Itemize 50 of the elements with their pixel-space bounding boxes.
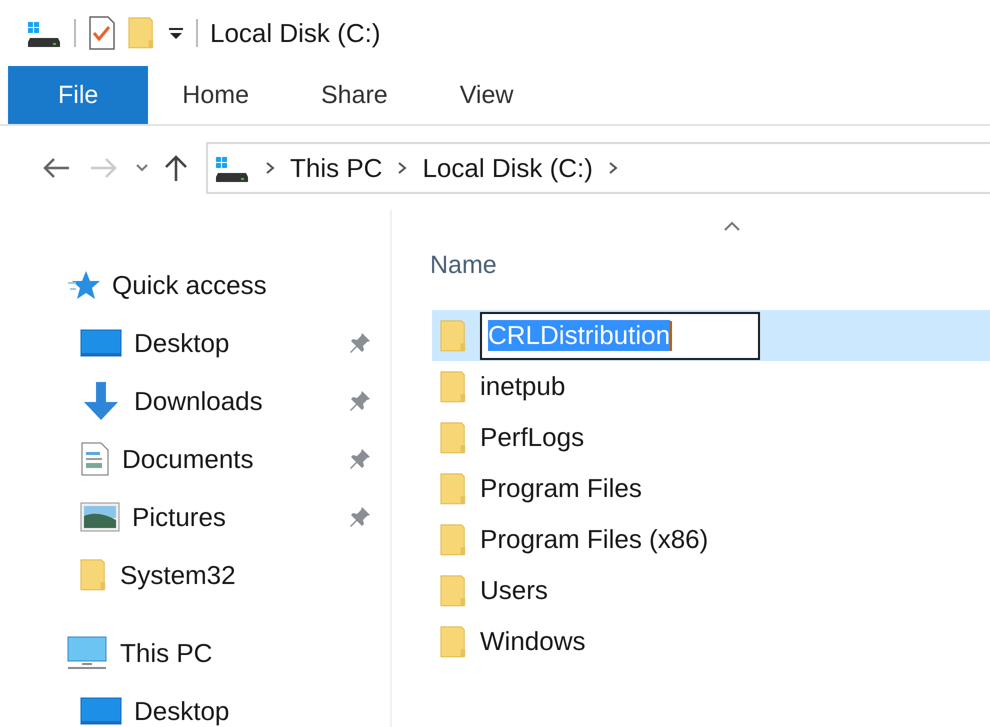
breadcrumb[interactable]: This PC [290, 152, 382, 184]
nav-item[interactable]: Desktop [0, 314, 390, 372]
folder-icon [440, 624, 468, 658]
nav-item[interactable]: Pictures [0, 488, 390, 546]
folder-icon [440, 522, 468, 556]
nav-item[interactable]: Downloads [0, 372, 390, 430]
folder-icon [440, 472, 468, 506]
computer-icon [66, 635, 108, 671]
up-arrow-icon[interactable] [164, 153, 188, 183]
desktop-icon [80, 696, 122, 726]
column-header[interactable]: Name [430, 251, 497, 280]
folder-icon [440, 318, 468, 352]
desktop-icon [80, 328, 122, 358]
pin-icon[interactable] [348, 447, 372, 471]
folder-icon [440, 370, 468, 404]
pin-icon[interactable] [348, 389, 372, 413]
star-icon [66, 269, 100, 301]
breadcrumb[interactable]: Local Disk (C:) [422, 152, 593, 184]
folder-icon [128, 16, 156, 50]
file-row[interactable]: PerfLogs [432, 412, 990, 463]
folder-icon [440, 420, 468, 454]
document-icon [80, 442, 110, 476]
file-row[interactable]: Program Files (x86) [432, 514, 990, 565]
picture-icon [80, 502, 120, 532]
back-arrow-icon[interactable] [41, 156, 71, 180]
file-row[interactable]: inetpub [432, 361, 990, 412]
ribbon-tab[interactable]: Share [286, 66, 422, 124]
chevron-icon [606, 161, 619, 175]
chevron-icon [396, 161, 408, 175]
file-row[interactable]: Users [432, 565, 990, 616]
nav-item[interactable]: This PC [0, 624, 390, 682]
pin-icon[interactable] [348, 331, 372, 355]
pin-icon[interactable] [348, 505, 372, 529]
folder-icon [80, 558, 108, 592]
nav-item[interactable]: Desktop [0, 682, 390, 727]
ribbon-tab[interactable]: Home [148, 66, 283, 124]
address-bar[interactable]: This PC Local Disk (C:) [206, 142, 990, 194]
ribbon-tab[interactable]: View [426, 66, 548, 124]
file-menu-button[interactable]: File [8, 66, 148, 124]
file-row[interactable]: Windows [432, 616, 990, 667]
file-row[interactable]: Program Files [432, 463, 990, 514]
properties-icon[interactable] [88, 15, 116, 51]
nav-item[interactable]: Documents [0, 430, 390, 488]
nav-item[interactable]: Quick access [0, 256, 390, 314]
folder-icon [440, 574, 468, 608]
customize-toolbar-icon[interactable] [168, 26, 184, 40]
dropdown-caret-icon[interactable] [135, 163, 149, 173]
chevron-icon [264, 161, 276, 175]
nav-item[interactable]: System32 [0, 546, 390, 604]
window-title: Local Disk (C:) [210, 18, 380, 48]
